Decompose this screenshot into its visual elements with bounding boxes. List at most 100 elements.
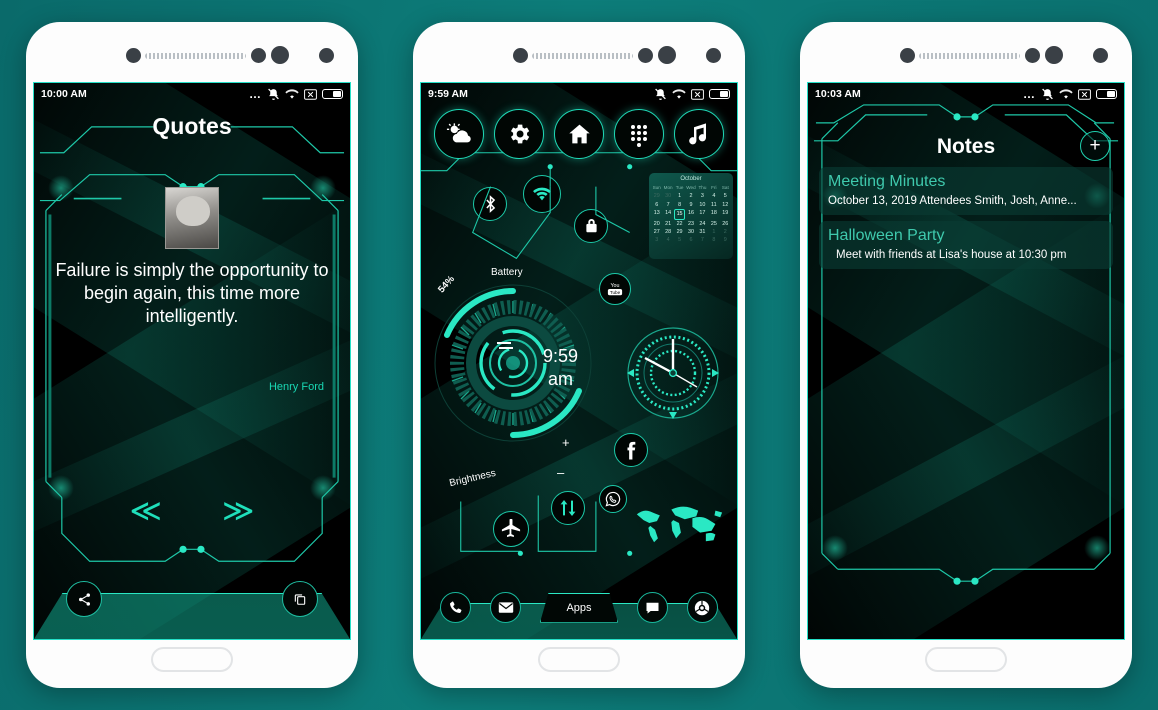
calendar-day-cell[interactable]: 3: [697, 192, 708, 200]
x-box-icon: [1078, 88, 1091, 100]
calendar-day-cell[interactable]: 21: [662, 220, 673, 228]
calendar-day-cell[interactable]: 25: [708, 220, 719, 228]
notes-phone: 10:03 AM … Notes + Meeting Minutes Octobe…: [800, 22, 1132, 688]
home-button[interactable]: [538, 647, 620, 672]
calendar-day-cell[interactable]: 31: [697, 228, 708, 236]
calendar-day-header: Sun: [652, 185, 661, 190]
email-app-button[interactable]: [490, 592, 522, 623]
launcher-screen: 9:59 AM October Sun Mon Tue Wed Thu Fri …: [420, 82, 738, 640]
calendar-day-cell[interactable]: 8: [674, 201, 685, 209]
calendar-day-cell[interactable]: 9: [720, 236, 731, 244]
calendar-day-cell[interactable]: 12: [720, 201, 731, 209]
digital-clock-time: 9:59: [543, 346, 579, 366]
status-bar: 10:03 AM …: [808, 83, 1124, 105]
calendar-day-cell[interactable]: 24: [697, 220, 708, 228]
home-button[interactable]: [151, 647, 233, 672]
calendar-day-cell[interactable]: 6: [685, 236, 696, 244]
bluetooth-toggle[interactable]: [473, 187, 507, 221]
note-body: Meet with friends at Lisa's house at 10:…: [836, 249, 1067, 261]
home-screen-button[interactable]: [554, 109, 604, 159]
calendar-day-cell[interactable]: 18: [708, 209, 719, 219]
calendar-day-cell[interactable]: 8: [708, 236, 719, 244]
facebook-icon: [627, 441, 635, 460]
next-quote-button[interactable]: ≫: [222, 495, 254, 526]
calendar-day-cell[interactable]: 30: [662, 192, 673, 200]
settings-button[interactable]: [494, 109, 544, 159]
quote-navigation: ≪ ≫: [34, 495, 350, 526]
home-button[interactable]: [925, 647, 1007, 672]
note-card[interactable]: Halloween Party Meet with friends at Lisa…: [819, 221, 1113, 269]
quotes-bottom-bar: [34, 581, 350, 639]
youtube-icon: YouTube: [607, 283, 623, 296]
calendar-day-cell[interactable]: 29: [674, 228, 685, 236]
calendar-day-cell[interactable]: 5: [674, 236, 685, 244]
phone-icon: [450, 601, 462, 613]
dialpad-button[interactable]: [614, 109, 664, 159]
calendar-day-cell[interactable]: 9: [685, 201, 696, 209]
calendar-day-cell[interactable]: 7: [662, 201, 673, 209]
calendar-day-cell[interactable]: 26: [720, 220, 731, 228]
calendar-day-cell[interactable]: 5: [720, 192, 731, 200]
battery-icon: [322, 89, 343, 99]
calendar-day-cell[interactable]: 19: [720, 209, 731, 219]
digital-clock-meridiem: am: [548, 368, 574, 389]
calendar-day-cell[interactable]: 29: [651, 192, 662, 200]
calendar-day-cell[interactable]: 11: [708, 201, 719, 209]
calendar-day-cell[interactable]: 3: [651, 236, 662, 244]
weather-button[interactable]: [434, 109, 484, 159]
calendar-day-cell[interactable]: 7: [697, 236, 708, 244]
youtube-button[interactable]: You Tube: [599, 273, 631, 305]
calendar-day-cell[interactable]: 28: [662, 228, 673, 236]
calendar-day-cell[interactable]: 30: [685, 228, 696, 236]
battery-icon: [709, 89, 730, 99]
previous-quote-button[interactable]: ≪: [130, 495, 162, 526]
calendar-day-cell[interactable]: 2: [685, 192, 696, 200]
chrome-app-button[interactable]: [686, 592, 718, 623]
calendar-day-cell[interactable]: 13: [651, 209, 662, 219]
calendar-day-cell[interactable]: 20: [651, 220, 662, 228]
wifi-icon: [285, 89, 299, 99]
calendar-widget[interactable]: October Sun Mon Tue Wed Thu Fri Sat 29 30 1 2 3 4 5 6 7…: [649, 173, 733, 259]
wifi-icon: [672, 89, 686, 99]
brightness-increase-button[interactable]: +: [562, 435, 570, 450]
messages-app-button[interactable]: [636, 592, 668, 623]
apps-drawer-button[interactable]: Apps: [539, 592, 618, 623]
brightness-decrease-button[interactable]: –: [557, 465, 564, 480]
calendar-day-cell[interactable]: 1: [674, 192, 685, 200]
calendar-day-cell[interactable]: 17: [697, 209, 708, 219]
add-note-button[interactable]: +: [1080, 131, 1110, 161]
phone-app-button[interactable]: [440, 592, 472, 623]
status-bar: 9:59 AM: [421, 83, 737, 105]
share-button[interactable]: [66, 581, 102, 617]
weather-icon: [446, 123, 471, 143]
copy-button[interactable]: [282, 581, 318, 617]
calendar-day-cell[interactable]: 22: [674, 220, 685, 228]
lock-toggle[interactable]: [574, 209, 608, 243]
analog-clock: [627, 327, 719, 419]
calendar-day-cell[interactable]: 27: [651, 228, 662, 236]
calendar-day-cell[interactable]: 1: [708, 228, 719, 236]
whatsapp-button[interactable]: [599, 485, 627, 513]
wifi-toggle[interactable]: [523, 175, 561, 213]
calendar-day-cell[interactable]: 14: [662, 209, 673, 219]
calendar-day-cell[interactable]: 16: [685, 209, 696, 219]
note-card[interactable]: Meeting Minutes October 13, 2019 Attendee…: [819, 167, 1113, 215]
calendar-day-cell[interactable]: 6: [651, 201, 662, 209]
calendar-day-cell[interactable]: 23: [685, 220, 696, 228]
calendar-day-cell[interactable]: 10: [697, 201, 708, 209]
status-icons: …: [1023, 87, 1117, 101]
more-icon: …: [1023, 87, 1036, 101]
calendar-month: October: [680, 176, 702, 182]
status-icons: [654, 88, 730, 101]
quote-text: Failure is simply the opportunity to beg…: [55, 260, 329, 327]
music-button[interactable]: [674, 109, 724, 159]
battery-icon: [1096, 89, 1117, 99]
quotes-screen: 10:00 AM … Quotes Failure is simply the …: [33, 82, 351, 640]
data-transfer-button[interactable]: [551, 491, 585, 525]
calendar-day-cell[interactable]: 15: [673, 209, 686, 220]
facebook-button[interactable]: [614, 433, 648, 467]
calendar-day-cell[interactable]: 2: [720, 228, 731, 236]
calendar-day-cell[interactable]: 4: [662, 236, 673, 244]
calendar-day-cell[interactable]: 4: [708, 192, 719, 200]
airplane-mode-button[interactable]: [493, 511, 529, 547]
